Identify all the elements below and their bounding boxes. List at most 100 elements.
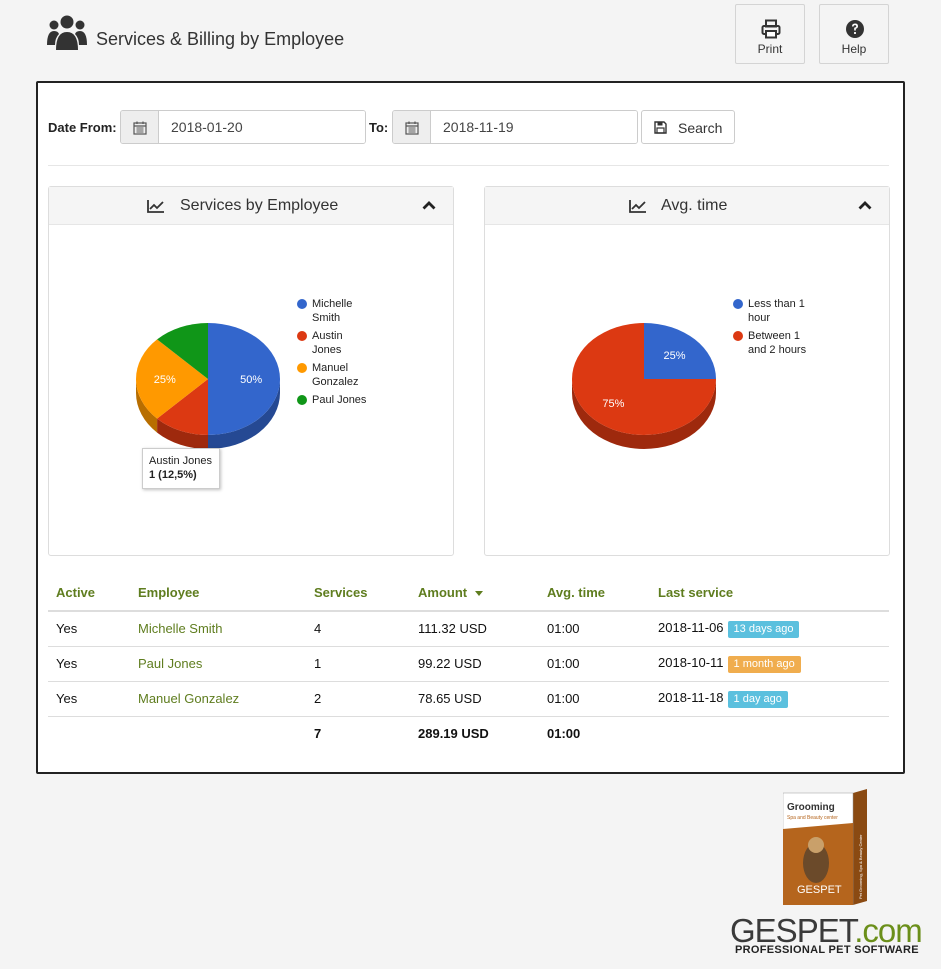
- cell-amount: 99.22 USD: [410, 646, 539, 682]
- print-label: Print: [757, 42, 783, 56]
- pie-slice-label: 75%: [602, 398, 624, 410]
- services-by-employee-box: Services by Employee 50% 25% Michelle Smi…: [48, 186, 454, 556]
- cell-empty: [130, 716, 306, 751]
- cell-employee-link[interactable]: Manuel Gonzalez: [130, 681, 306, 717]
- legend-label: Between 1 and 2 hours: [748, 330, 807, 356]
- search-label: Search: [678, 120, 723, 136]
- date-from-label: Date From:: [48, 120, 117, 135]
- divider: [48, 165, 889, 166]
- box-title: Services by Employee: [180, 197, 339, 214]
- col-header-last-service[interactable]: Last service: [650, 574, 889, 612]
- search-button[interactable]: Search: [641, 110, 735, 144]
- box-side-text: Pet Grooming, Spa & Beauty Center: [858, 834, 863, 899]
- last-service-date: 2018-10-11: [658, 654, 724, 670]
- legend-item: Between 1 and 2 hours: [733, 329, 808, 357]
- date-to-label: To:: [369, 120, 389, 135]
- box-header: Avg. time: [485, 187, 889, 225]
- chevron-up-icon[interactable]: [422, 200, 436, 210]
- date-to-input[interactable]: [431, 111, 637, 143]
- col-header-employee[interactable]: Employee: [130, 574, 306, 612]
- line-chart-icon: [147, 200, 164, 213]
- line-chart-icon: [629, 200, 646, 213]
- legend-item: Less than 1 hour: [733, 297, 808, 325]
- pie-slice-label: 25%: [154, 374, 176, 386]
- cell-avg-time: 01:00: [539, 646, 650, 682]
- cell-active: Yes: [48, 681, 130, 717]
- help-button[interactable]: Help: [819, 4, 889, 64]
- cell-last-service: 2018-10-11 1 month ago: [650, 646, 889, 682]
- legend-label: Michelle Smith: [312, 298, 353, 324]
- calendar-icon[interactable]: [121, 111, 159, 143]
- product-box-image: Grooming Spa and Beauty center GESPET Pe…: [783, 789, 867, 905]
- legend-item: Austin Jones: [297, 329, 372, 357]
- legend-label: Manuel Gonzalez: [312, 362, 359, 388]
- chart-tooltip: Austin Jones 1 (12,5%): [142, 448, 220, 489]
- question-circle-icon: [846, 20, 864, 38]
- services-pie-chart: 50% 25%: [136, 323, 280, 449]
- tooltip-name: Austin Jones: [149, 455, 212, 467]
- col-header-services[interactable]: Services: [306, 574, 410, 612]
- col-header-amount-label: Amount: [418, 584, 468, 600]
- col-header-active[interactable]: Active: [48, 574, 130, 612]
- cell-last-service: 2018-11-18 1 day ago: [650, 681, 889, 717]
- chevron-up-icon[interactable]: [858, 200, 872, 210]
- cell-active: Yes: [48, 611, 130, 647]
- print-button[interactable]: Print: [735, 4, 805, 64]
- cell-services: 4: [306, 611, 410, 647]
- cell-empty: [48, 716, 130, 751]
- pie-slice-label: 50%: [240, 374, 262, 386]
- cell-employee-link[interactable]: Michelle Smith: [130, 611, 306, 647]
- print-icon: [761, 19, 781, 39]
- report-panel: Date From: To:: [36, 81, 905, 774]
- time-ago-badge: 1 day ago: [727, 690, 788, 708]
- legend-item: Michelle Smith: [297, 297, 372, 325]
- cell-services: 2: [306, 681, 410, 717]
- cell-empty: [650, 716, 889, 751]
- legend-item: Paul Jones: [297, 393, 382, 407]
- legend-label: Less than 1 hour: [748, 298, 805, 324]
- help-label: Help: [841, 42, 867, 56]
- cell-avg-time: 01:00: [539, 611, 650, 647]
- calendar-icon[interactable]: [393, 111, 431, 143]
- date-from-group: [120, 110, 366, 144]
- legend-item: Manuel Gonzalez: [297, 361, 372, 389]
- last-service-date: 2018-11-06: [658, 619, 724, 635]
- date-to-group: [392, 110, 638, 144]
- save-icon: [654, 121, 667, 134]
- cell-avg-time: 01:00: [539, 681, 650, 717]
- last-service-date: 2018-11-18: [658, 689, 724, 705]
- page-title: Services & Billing by Employee: [96, 29, 345, 49]
- total-services: 7: [314, 726, 322, 742]
- tooltip-value: 1 (12,5%): [149, 469, 197, 481]
- avg-time-box: Avg. time 25% 75% Less than 1 hour Betwee…: [484, 186, 890, 556]
- legend-swatch: [297, 299, 307, 309]
- table-row: Yes Michelle Smith 4 111.32 USD 01:00 20…: [48, 611, 889, 647]
- legend-swatch: [733, 331, 743, 341]
- legend-swatch: [297, 395, 307, 405]
- box-logo-text: GESPET: [797, 884, 842, 896]
- cell-active: Yes: [48, 646, 130, 682]
- users-icon: [47, 15, 87, 50]
- col-header-avg-time[interactable]: Avg. time: [539, 574, 650, 612]
- pie-slice-label: 25%: [664, 350, 686, 362]
- table-header-row: Active Employee Services Amount Avg. tim…: [48, 574, 889, 612]
- legend-label: Austin Jones: [312, 330, 343, 356]
- legend-swatch: [297, 331, 307, 341]
- avg-time-pie-chart: 25% 75%: [572, 323, 716, 449]
- box-title: Avg. time: [661, 197, 728, 214]
- total-avg-time: 01:00: [547, 726, 581, 742]
- box-subtitle-text: Spa and Beauty center: [787, 815, 838, 821]
- cell-amount: 111.32 USD: [410, 611, 539, 647]
- legend-swatch: [733, 299, 743, 309]
- date-from-input[interactable]: [159, 111, 365, 143]
- total-amount: 289.19 USD: [418, 726, 489, 742]
- legend-label: Paul Jones: [312, 394, 367, 406]
- employee-table: Active Employee Services Amount Avg. tim…: [48, 574, 889, 751]
- cell-employee-link[interactable]: Paul Jones: [130, 646, 306, 682]
- cell-services: 1: [306, 646, 410, 682]
- table-row: Yes Manuel Gonzalez 2 78.65 USD 01:00 20…: [48, 681, 889, 717]
- time-ago-badge: 1 month ago: [727, 655, 801, 673]
- col-header-amount[interactable]: Amount: [410, 574, 539, 612]
- table-total-row: 7 289.19 USD 01:00: [48, 716, 889, 751]
- time-ago-badge: 13 days ago: [727, 620, 800, 638]
